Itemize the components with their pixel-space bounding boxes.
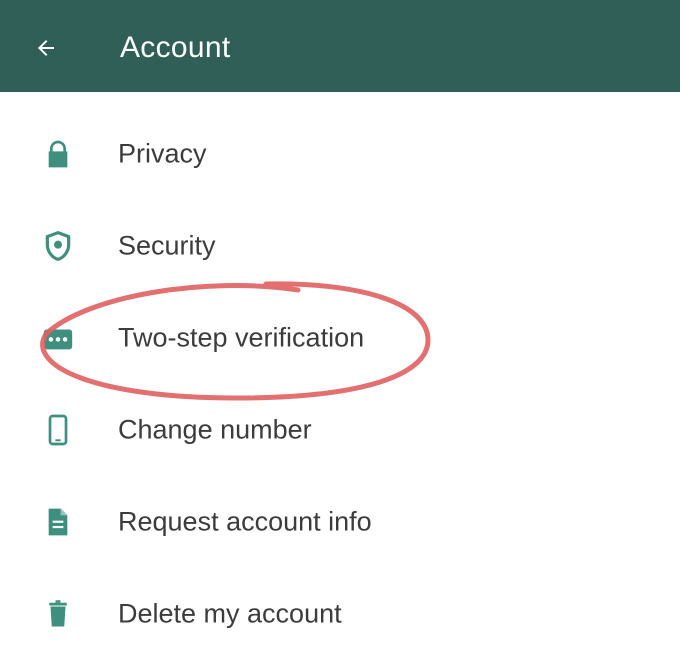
account-settings-list: Privacy Security Two-step verification C…: [0, 108, 680, 660]
page-title: Account: [120, 31, 231, 64]
phone-icon: [40, 412, 76, 448]
back-button[interactable]: [26, 28, 66, 68]
lock-icon: [40, 136, 76, 172]
list-item-privacy[interactable]: Privacy: [0, 108, 680, 200]
shield-icon: [40, 228, 76, 264]
list-item-change-number[interactable]: Change number: [0, 384, 680, 476]
dots-password-icon: [40, 320, 76, 356]
list-item-two-step-verification[interactable]: Two-step verification: [0, 292, 680, 384]
list-item-label: Request account info: [118, 506, 372, 537]
list-item-request-account-info[interactable]: Request account info: [0, 476, 680, 568]
list-item-security[interactable]: Security: [0, 200, 680, 292]
list-item-label: Privacy: [118, 138, 207, 169]
arrow-back-icon: [38, 40, 54, 56]
list-item-label: Change number: [118, 414, 312, 445]
list-item-label: Security: [118, 230, 216, 261]
document-icon: [40, 504, 76, 540]
list-item-label: Two-step verification: [118, 322, 365, 353]
list-item-label: Delete my account: [118, 598, 342, 629]
list-item-delete-my-account[interactable]: Delete my account: [0, 568, 680, 660]
app-bar: Account: [0, 0, 680, 92]
trash-icon: [40, 596, 76, 632]
